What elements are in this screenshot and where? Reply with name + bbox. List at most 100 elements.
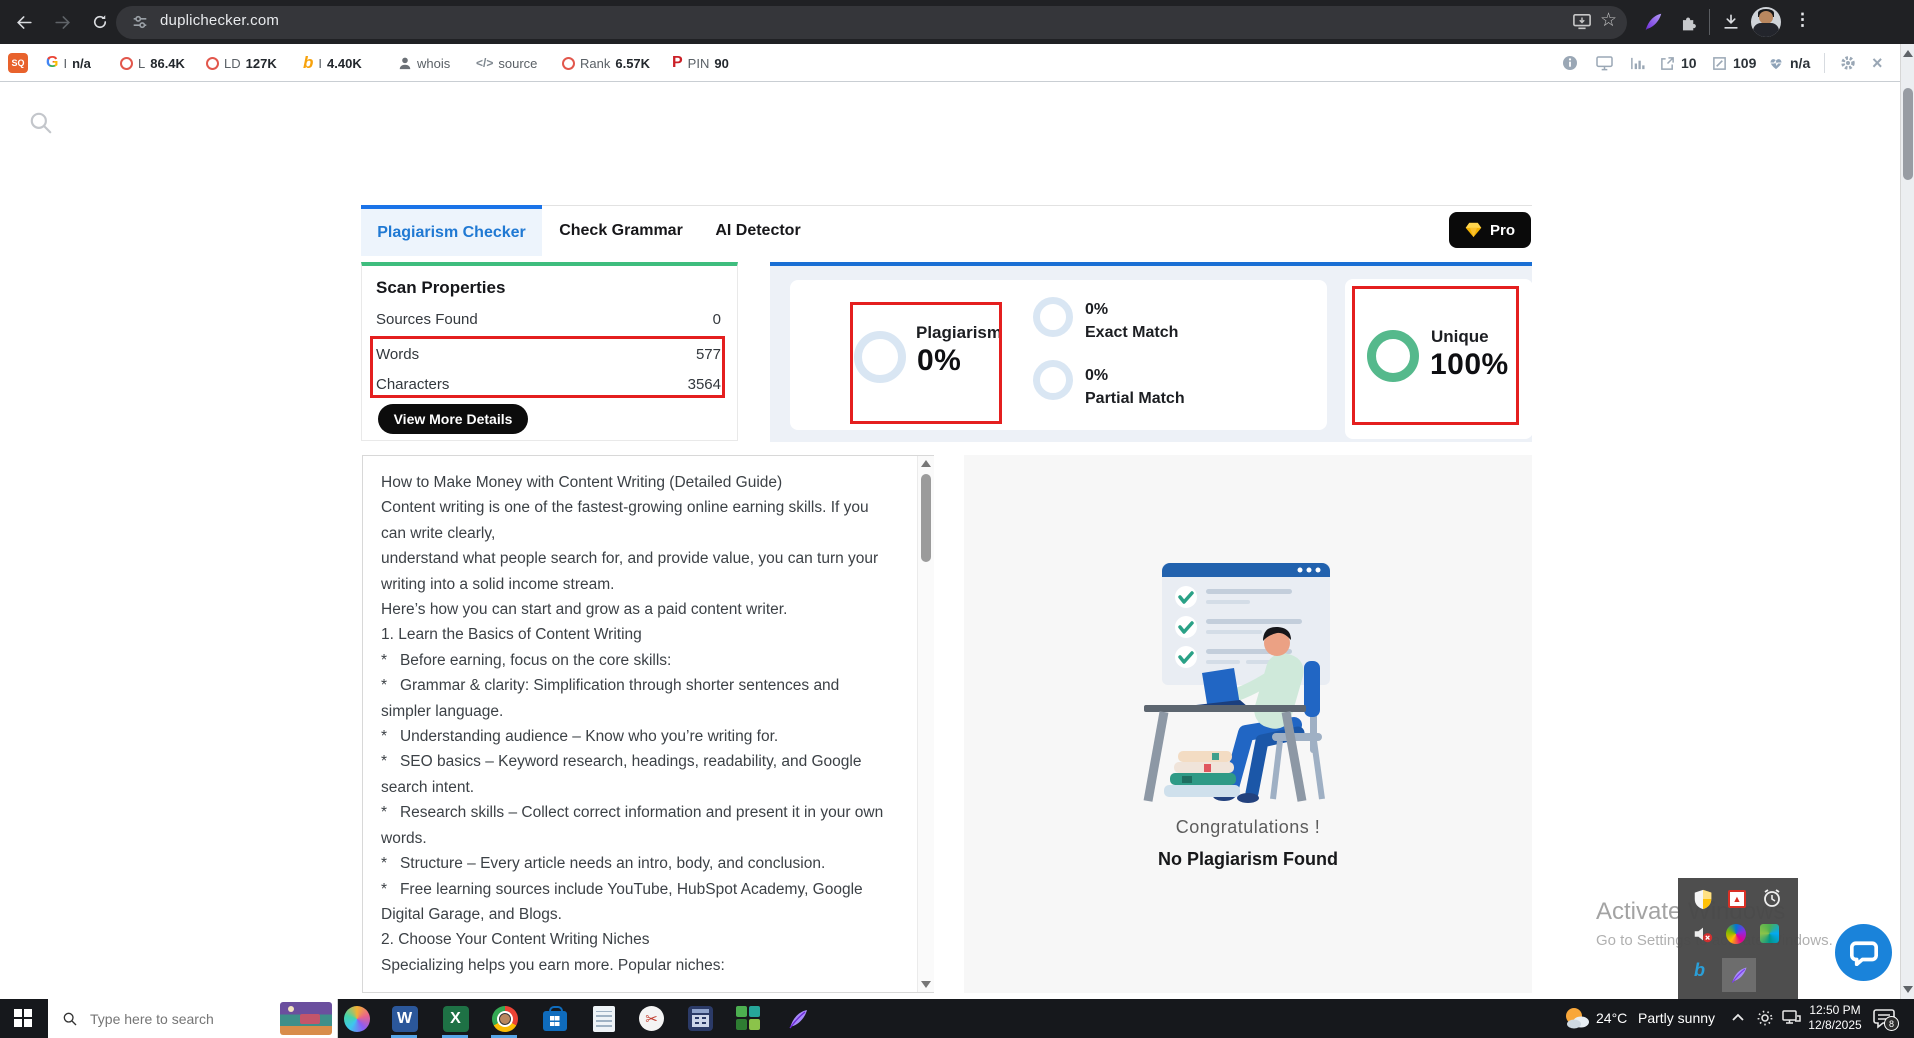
weather-temperature[interactable]: 24°C <box>1596 1010 1627 1026</box>
scroll-down-icon[interactable] <box>1903 986 1913 993</box>
url-text[interactable]: duplichecker.com <box>160 12 279 29</box>
seo-stat-bing-index[interactable]: b I 4.40K <box>303 44 362 82</box>
tray-sun-icon[interactable] <box>1756 1009 1774 1027</box>
document-text-line: * Grammar & clarity: Simplification thro… <box>381 673 901 698</box>
words-label: Words <box>376 346 419 363</box>
code-icon: </> <box>476 56 493 70</box>
back-icon[interactable] <box>10 8 38 36</box>
view-more-details-button[interactable]: View More Details <box>378 404 528 434</box>
seo-stat-pinterest[interactable]: P PIN 90 <box>672 44 729 82</box>
taskbar-calculator-icon[interactable] <box>687 1005 714 1032</box>
unique-result-card: Unique 100% <box>1345 279 1533 439</box>
seo-stat-label: PIN <box>688 56 710 71</box>
downloads-icon[interactable] <box>1721 12 1741 32</box>
seo-stat-link-domains[interactable]: LD 127K <box>206 44 277 82</box>
chart-icon[interactable] <box>1630 44 1645 82</box>
pro-button[interactable]: Pro <box>1449 212 1531 248</box>
bing-tray-icon[interactable]: b <box>1694 960 1705 981</box>
taskbar-clock[interactable]: 12:50 PM 12/8/2025 <box>1806 1003 1864 1033</box>
install-icon[interactable] <box>1572 13 1592 31</box>
taskbar-copilot-icon[interactable] <box>343 1005 370 1032</box>
refresh-icon[interactable] <box>86 8 114 36</box>
partial-match-ring <box>1033 360 1073 400</box>
open-app-indicator <box>491 1035 517 1038</box>
results-panel: Plagiarism 0% 0% Exact Match 0% Partial … <box>770 262 1532 442</box>
document-text-line: * Understanding audience – Know who you’… <box>381 724 901 749</box>
seo-whois-link[interactable]: whois <box>398 44 450 82</box>
browser-menu-icon[interactable]: ⋮ <box>1794 10 1811 30</box>
document-scrollbar[interactable] <box>917 456 934 992</box>
muted-speaker-icon[interactable] <box>1692 924 1714 944</box>
tab-plagiarism-checker[interactable]: Plagiarism Checker <box>361 205 542 256</box>
tab-check-grammar[interactable]: Check Grammar <box>556 205 686 256</box>
feather-tray-icon[interactable] <box>1722 958 1756 992</box>
document-text-line: How to Make Money with Content Writing (… <box>381 470 901 495</box>
search-highlight-icon[interactable] <box>280 1002 332 1035</box>
page-scrollbar[interactable] <box>1900 44 1914 999</box>
taskbar-feather-app-icon[interactable] <box>784 1005 811 1032</box>
health-stat[interactable]: n/a <box>1768 44 1810 82</box>
profile-avatar[interactable] <box>1751 7 1781 37</box>
alarm-clock-icon[interactable] <box>1762 888 1782 908</box>
weather-icon[interactable] <box>1562 1004 1592 1032</box>
no-plagiarism-found-text: No Plagiarism Found <box>964 849 1532 870</box>
red-app-tray-icon[interactable]: ▲ <box>1728 890 1746 908</box>
tray-chevron-icon[interactable] <box>1731 1012 1745 1023</box>
seoquake-logo[interactable]: SQ <box>8 44 28 82</box>
congratulations-text: Congratulations ! <box>964 817 1532 838</box>
search-input[interactable] <box>88 1010 248 1028</box>
taskbar-notepad-icon[interactable] <box>590 1005 617 1032</box>
taskbar-word-icon[interactable]: W <box>391 1005 418 1032</box>
exact-match-ring <box>1033 297 1073 337</box>
red-highlight-box <box>850 302 1002 424</box>
address-bar[interactable] <box>116 6 1627 39</box>
date-text: 12/8/2025 <box>1806 1018 1864 1033</box>
document-text-area[interactable]: How to Make Money with Content Writing (… <box>362 455 934 993</box>
colorful-app-tray-icon[interactable] <box>1726 924 1746 944</box>
external-links-stat[interactable]: 10 <box>1660 44 1697 82</box>
scrollbar-thumb[interactable] <box>921 474 931 562</box>
forward-icon[interactable] <box>48 8 76 36</box>
taskbar-snipping-tool-icon[interactable]: ✂ <box>638 1005 665 1032</box>
live-chat-button[interactable] <box>1835 924 1892 981</box>
taskbar-search[interactable] <box>48 999 338 1038</box>
edit-stat[interactable]: 109 <box>1712 44 1756 82</box>
notification-count-badge: 8 <box>1884 1016 1899 1031</box>
document-lines: How to Make Money with Content Writing (… <box>381 470 901 982</box>
taskbar-chrome-icon[interactable] <box>491 1005 518 1032</box>
tabs-divider-line <box>542 205 1532 206</box>
site-settings-icon[interactable] <box>131 13 149 31</box>
bookmark-star-icon[interactable]: ☆ <box>1600 9 1617 32</box>
tab-ai-detector[interactable]: AI Detector <box>698 205 818 256</box>
scrollbar-thumb[interactable] <box>1903 88 1913 180</box>
seo-stat-label: L <box>138 56 145 71</box>
scroll-down-icon[interactable] <box>921 981 931 988</box>
weather-description[interactable]: Partly sunny <box>1638 1010 1715 1026</box>
taskbar: W X ✂ 24°C Partly sunny 12:50 PM 12/8/20… <box>0 999 1914 1038</box>
extensions-puzzle-icon[interactable] <box>1679 13 1698 32</box>
unique-value: 100% <box>1430 348 1509 382</box>
display-icon[interactable] <box>1596 44 1613 82</box>
heart-pulse-icon <box>1768 56 1784 70</box>
green-app-tray-icon[interactable] <box>1760 924 1779 943</box>
scroll-up-icon[interactable] <box>1903 50 1913 57</box>
seo-stat-links[interactable]: L 86.4K <box>120 44 185 82</box>
defender-shield-icon[interactable] <box>1692 888 1714 910</box>
taskbar-excel-icon[interactable]: X <box>442 1005 469 1032</box>
page-search-icon[interactable] <box>28 110 54 136</box>
seo-stat-rank[interactable]: Rank 6.57K <box>562 44 650 82</box>
start-button[interactable] <box>14 1009 32 1027</box>
seo-source-link[interactable]: </> source <box>476 44 537 82</box>
edit-icon <box>1712 56 1727 71</box>
taskbar-store-icon[interactable] <box>541 1005 568 1032</box>
info-icon[interactable] <box>1562 44 1578 82</box>
seo-close-icon[interactable]: × <box>1872 44 1883 82</box>
feather-extension-icon[interactable] <box>1642 11 1664 33</box>
taskbar-green-app-icon[interactable] <box>735 1005 762 1032</box>
scroll-up-icon[interactable] <box>921 460 931 467</box>
document-text-line: Here’s how you can start and grow as a p… <box>381 597 901 622</box>
seo-settings-gear-icon[interactable] <box>1840 44 1856 82</box>
network-icon[interactable] <box>1782 1010 1801 1026</box>
seo-toolbar: SQ G I n/a L 86.4K LD 127K b I 4.40K who… <box>0 44 1900 82</box>
seo-stat-google-index[interactable]: G I n/a <box>46 44 91 82</box>
